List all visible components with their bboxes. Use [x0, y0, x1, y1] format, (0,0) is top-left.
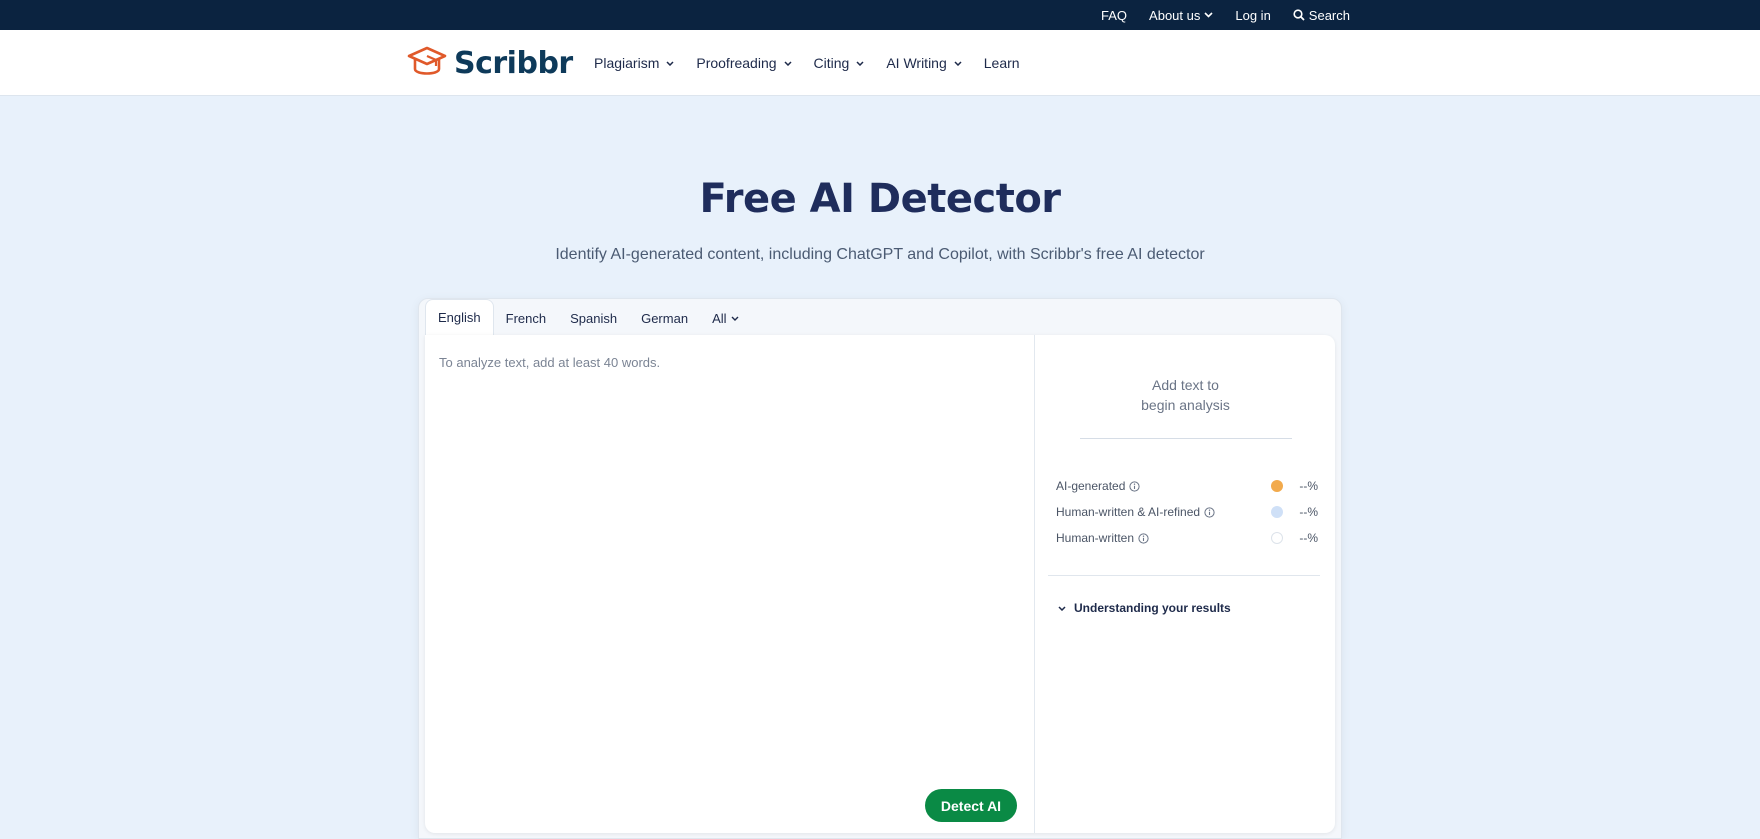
legend-color-dot — [1271, 480, 1283, 492]
legend-color-dot — [1271, 506, 1283, 518]
tab-label: French — [505, 310, 547, 326]
faq-link-label: FAQ — [1101, 7, 1128, 23]
language-tabs: English French Spanish German All — [425, 299, 751, 335]
about-us-label: About us — [1149, 7, 1201, 23]
scribbr-logo[interactable]: Scribbr — [406, 44, 573, 82]
info-icon[interactable] — [1204, 506, 1215, 518]
nav-item-proofreading[interactable]: Proofreading — [696, 55, 792, 71]
empty-results-line-2: begin analysis — [1141, 397, 1230, 413]
top-utility-links: FAQ About us Log in Search — [1101, 0, 1350, 30]
page-subtitle: Identify AI-generated content, including… — [555, 246, 1205, 263]
tab-french[interactable]: French — [494, 301, 558, 335]
tab-label: All — [712, 310, 727, 326]
legend-label: Human-written & AI-refined — [1056, 505, 1201, 519]
log-in-link[interactable]: Log in — [1235, 8, 1270, 23]
text-input-placeholder: To analyze text, add at least 40 words. — [439, 355, 661, 370]
nav-item-label: Plagiarism — [594, 55, 660, 71]
legend-percentage: --% — [1299, 505, 1318, 519]
empty-results-line-1: Add text to — [1152, 377, 1219, 393]
faq-link[interactable]: FAQ — [1101, 8, 1127, 23]
empty-results-message: Add text to begin analysis — [1036, 375, 1335, 415]
search-label: Search — [1308, 7, 1350, 23]
nav-item-ai-writing[interactable]: AI Writing — [886, 55, 962, 71]
legend-row-human-written: Human-written --% — [1056, 525, 1318, 551]
detector-panel: To analyze text, add at least 40 words. … — [425, 335, 1335, 833]
graduation-cap-logo-icon — [407, 46, 447, 75]
chevron-down-icon — [731, 316, 739, 321]
results-legend: AI-generated --% Human-written & AI-refi… — [1056, 473, 1318, 551]
legend-label: Human-written — [1056, 531, 1135, 545]
chevron-down-icon — [1058, 605, 1066, 611]
legend-percentage: --% — [1299, 479, 1318, 493]
top-utility-bar: FAQ About us Log in Search — [0, 0, 1760, 30]
ai-detector-tool: English French Spanish German All To ana… — [418, 298, 1342, 839]
main-navbar: Scribbr Plagiarism Proofreading Citing A… — [0, 30, 1760, 96]
info-icon[interactable] — [1138, 532, 1149, 544]
tab-label: English — [438, 310, 481, 325]
chevron-down-icon — [1204, 12, 1213, 18]
search-link[interactable]: Search — [1293, 8, 1350, 23]
search-icon — [1293, 9, 1305, 21]
tab-german[interactable]: German — [629, 301, 700, 335]
nav-item-label: Proofreading — [696, 55, 777, 71]
nav-item-learn[interactable]: Learn — [984, 55, 1020, 71]
tab-spanish[interactable]: Spanish — [558, 301, 629, 335]
tab-english[interactable]: English — [425, 299, 494, 335]
nav-item-citing[interactable]: Citing — [814, 55, 865, 71]
nav-item-plagiarism[interactable]: Plagiarism — [594, 55, 674, 71]
legend-row-human-ai-refined: Human-written & AI-refined --% — [1056, 499, 1318, 525]
info-icon[interactable] — [1129, 480, 1140, 492]
log-in-label: Log in — [1235, 7, 1271, 23]
page-title: Free AI Detector — [699, 176, 1061, 222]
legend-label: AI-generated — [1056, 479, 1126, 493]
chevron-down-icon — [784, 60, 792, 66]
understanding-results-label: Understanding your results — [1074, 601, 1231, 615]
results-divider — [1080, 438, 1292, 439]
primary-nav: Plagiarism Proofreading Citing AI Writin… — [594, 30, 1020, 96]
chevron-down-icon — [954, 60, 962, 66]
about-us-link[interactable]: About us — [1149, 8, 1213, 23]
text-input-area[interactable]: To analyze text, add at least 40 words. … — [425, 335, 1035, 833]
nav-item-label: AI Writing — [886, 55, 947, 71]
nav-item-label: Citing — [813, 55, 850, 71]
legend-color-dot — [1271, 532, 1283, 544]
detect-ai-button[interactable]: Detect AI — [925, 789, 1017, 822]
results-panel: Add text to begin analysis AI-generated … — [1036, 335, 1335, 833]
nav-item-label: Learn — [983, 55, 1020, 71]
legend-row-ai-generated: AI-generated --% — [1056, 473, 1318, 499]
tab-label: German — [641, 310, 689, 326]
legend-percentage: --% — [1299, 531, 1318, 545]
chevron-down-icon — [856, 60, 864, 66]
logo-wordmark: Scribbr — [454, 45, 573, 81]
understanding-results-toggle[interactable]: Understanding your results — [1058, 601, 1231, 615]
chevron-down-icon — [666, 60, 674, 66]
results-divider — [1048, 575, 1320, 576]
tab-label: Spanish — [570, 310, 618, 326]
tab-all-languages[interactable]: All — [700, 301, 750, 335]
